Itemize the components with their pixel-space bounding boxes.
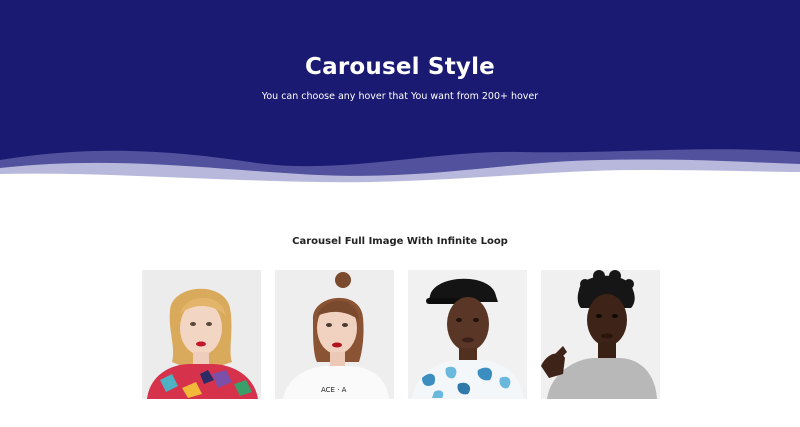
carousel-item[interactable]: ACE · A — [275, 270, 394, 399]
portrait-image: ACE · A — [275, 270, 394, 399]
hero-banner: Carousel Style You can choose any hover … — [0, 0, 800, 200]
image-carousel[interactable]: ACE · A — [142, 270, 660, 399]
portrait-image — [142, 270, 261, 399]
carousel-item[interactable] — [142, 270, 261, 399]
carousel-item[interactable] — [408, 270, 527, 399]
portrait-image — [408, 270, 527, 399]
carousel-item[interactable] — [541, 270, 660, 399]
svg-text:ACE · A: ACE · A — [321, 386, 347, 394]
wave-divider — [0, 149, 800, 200]
section-title: Carousel Full Image With Infinite Loop — [292, 236, 508, 247]
portrait-image — [541, 270, 660, 399]
page-title: Carousel Style — [305, 54, 495, 80]
hero-subtitle: You can choose any hover that You want f… — [261, 91, 539, 102]
